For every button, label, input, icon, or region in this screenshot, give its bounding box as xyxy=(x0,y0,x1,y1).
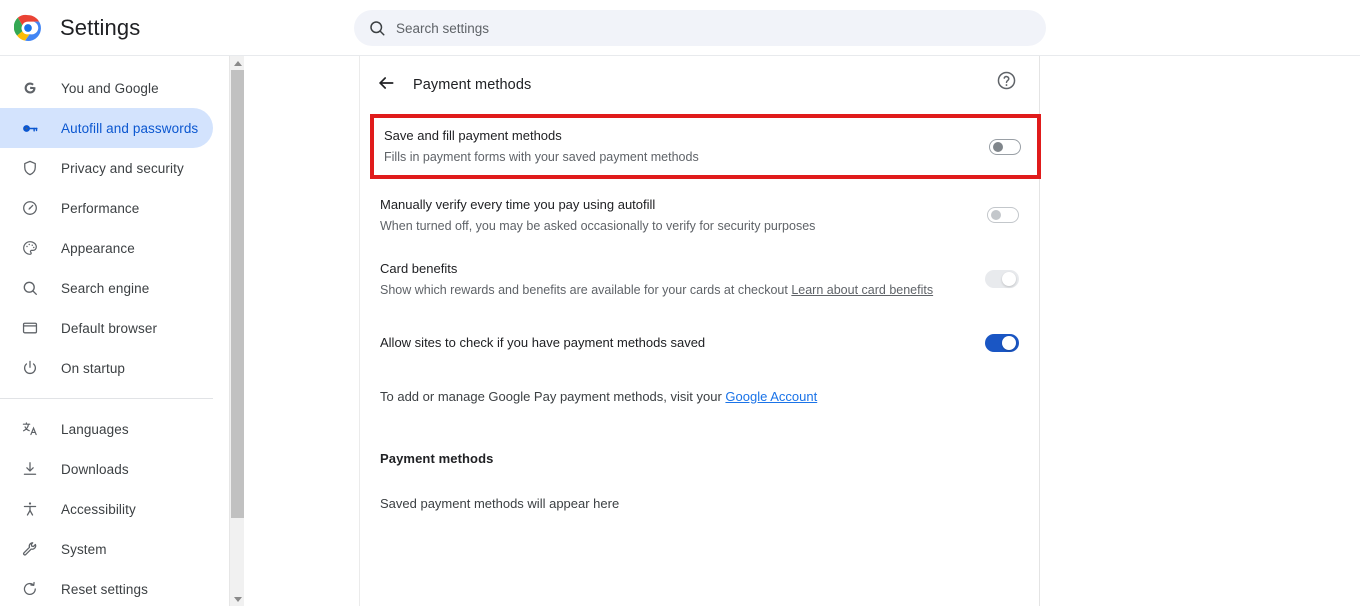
sidebar-item-on-startup[interactable]: On startup xyxy=(0,348,213,388)
sidebar-item-appearance[interactable]: Appearance xyxy=(0,228,213,268)
sidebar-item-label: Downloads xyxy=(61,461,129,477)
payment-methods-section-title: Payment methods xyxy=(380,451,494,466)
payment-methods-card: Payment methods Save and fill payment me… xyxy=(359,56,1041,606)
setting-row-subtitle-text: Fills in payment forms with your saved p… xyxy=(384,150,699,164)
accessibility-icon xyxy=(20,499,40,519)
toggle-knob xyxy=(1002,272,1016,286)
speedometer-icon xyxy=(20,198,40,218)
learn-about-card-benefits-link[interactable]: Learn about card benefits xyxy=(791,283,933,297)
back-button[interactable] xyxy=(369,68,403,102)
sidebar-item-downloads[interactable]: Downloads xyxy=(0,449,213,489)
help-button[interactable] xyxy=(991,68,1021,98)
setting-row: Allow sites to check if you have payment… xyxy=(360,321,1039,365)
sidebar-item-performance[interactable]: Performance xyxy=(0,188,213,228)
setting-row: Card benefits Show which rewards and bene… xyxy=(360,257,1039,301)
translate-icon xyxy=(20,419,40,439)
setting-row-subtitle: When turned off, you may be asked occasi… xyxy=(380,216,987,236)
app-title: Settings xyxy=(60,14,141,40)
setting-row-texts: Save and fill payment methods Fills in pa… xyxy=(384,126,989,167)
sidebar-group-secondary: Languages Downloads Accessibility System Res… xyxy=(0,409,229,606)
sidebar-item-search-engine[interactable]: Search engine xyxy=(0,268,213,308)
setting-row-texts: Card benefits Show which rewards and bene… xyxy=(380,259,985,300)
toggle-switch[interactable] xyxy=(985,334,1019,352)
sidebar-item-label: You and Google xyxy=(61,80,159,96)
back-arrow-icon xyxy=(376,73,396,98)
empty-state-text: Saved payment methods will appear here xyxy=(380,496,620,511)
toggle-switch[interactable] xyxy=(989,138,1021,155)
palette-icon xyxy=(20,238,40,258)
setting-row-title: Manually verify every time you pay using… xyxy=(380,196,656,212)
sidebar-item-default-browser[interactable]: Default browser xyxy=(0,308,213,348)
google-account-link[interactable]: Google Account xyxy=(725,389,817,404)
sidebar-item-accessibility[interactable]: Accessibility xyxy=(0,489,213,529)
top-header-bar: Settings xyxy=(0,0,1360,56)
scroll-down-arrow-icon[interactable] xyxy=(230,592,245,606)
sidebar-item-label: Default browser xyxy=(61,320,158,336)
search-icon xyxy=(20,278,40,298)
page-title: Payment methods xyxy=(413,77,532,93)
setting-row-subtitle-text: Show which rewards and benefits are avai… xyxy=(380,282,792,297)
power-icon xyxy=(20,358,40,378)
search-settings-bar[interactable] xyxy=(354,10,1046,46)
sidebar-item-autofill-and-passwords[interactable]: Autofill and passwords xyxy=(0,108,213,148)
restore-icon xyxy=(20,579,40,599)
chrome-logo-icon xyxy=(13,14,42,42)
sidebar-item-reset-settings[interactable]: Reset settings xyxy=(0,569,213,606)
search-icon xyxy=(368,19,386,37)
key-icon xyxy=(20,118,40,138)
sidebar-item-privacy-and-security[interactable]: Privacy and security xyxy=(0,148,213,188)
scroll-up-arrow-icon[interactable] xyxy=(230,56,245,70)
window-icon xyxy=(20,318,40,338)
sidebar-item-label: Search engine xyxy=(61,280,150,296)
setting-row-subtitle-text: When turned off, you may be asked occasi… xyxy=(380,218,816,233)
setting-row-texts: Allow sites to check if you have payment… xyxy=(380,333,985,353)
setting-row: Save and fill payment methods Fills in pa… xyxy=(370,114,1041,179)
sidebar-item-label: Languages xyxy=(61,421,129,437)
sidebar-group-primary: You and Google Autofill and passwords Priv… xyxy=(0,56,229,388)
download-icon xyxy=(20,459,40,479)
sidebar-item-label: Autofill and passwords xyxy=(61,120,199,136)
sidebar-item-label: Reset settings xyxy=(61,581,148,597)
sidebar-item-label: Privacy and security xyxy=(61,160,184,176)
sidebar-item-label: On startup xyxy=(61,360,126,376)
toggle-knob xyxy=(1002,336,1016,350)
sidebar-item-label: Appearance xyxy=(61,240,135,256)
help-circle-icon xyxy=(996,70,1017,96)
google-pay-note-text: To add or manage Google Pay payment meth… xyxy=(380,389,726,404)
sidebar-item-label: System xyxy=(61,541,107,557)
setting-row-texts: Manually verify every time you pay using… xyxy=(380,195,987,236)
setting-row-title: Save and fill payment methods xyxy=(384,128,562,143)
setting-row-subtitle: Fills in payment forms with your saved p… xyxy=(384,147,989,167)
setting-row-title: Allow sites to check if you have payment… xyxy=(380,335,706,350)
settings-body: You and Google Autofill and passwords Priv… xyxy=(0,56,1360,606)
setting-row-subtitle: Show which rewards and benefits are avai… xyxy=(380,280,985,300)
sidebar-divider xyxy=(0,398,213,399)
google-g-icon xyxy=(20,78,40,98)
shield-icon xyxy=(20,158,40,178)
sidebar-nav: You and Google Autofill and passwords Priv… xyxy=(0,56,229,606)
setting-row-title: Card benefits xyxy=(380,260,458,276)
content-area: Payment methods Save and fill payment me… xyxy=(245,56,1360,606)
sidebar-item-you-and-google[interactable]: You and Google xyxy=(0,68,213,108)
sidebar-item-languages[interactable]: Languages xyxy=(0,409,213,449)
setting-row: Manually verify every time you pay using… xyxy=(360,193,1039,237)
toggle-knob xyxy=(993,141,1003,152)
toggle-switch[interactable] xyxy=(987,207,1019,223)
sidebar-item-label: Performance xyxy=(61,200,140,216)
sidebar-scrollbar[interactable] xyxy=(229,56,244,606)
toggle-switch[interactable] xyxy=(985,270,1019,288)
search-input[interactable] xyxy=(396,11,1032,45)
toggle-knob xyxy=(991,210,1001,220)
sidebar-item-system[interactable]: System xyxy=(0,529,213,569)
scrollbar-thumb[interactable] xyxy=(231,70,244,518)
settings-rows: Save and fill payment methods Fills in pa… xyxy=(360,114,1041,365)
wrench-icon xyxy=(20,539,40,559)
card-header: Payment methods xyxy=(360,56,1039,114)
google-pay-note: To add or manage Google Pay payment meth… xyxy=(360,387,1039,407)
sidebar-item-label: Accessibility xyxy=(61,501,136,517)
